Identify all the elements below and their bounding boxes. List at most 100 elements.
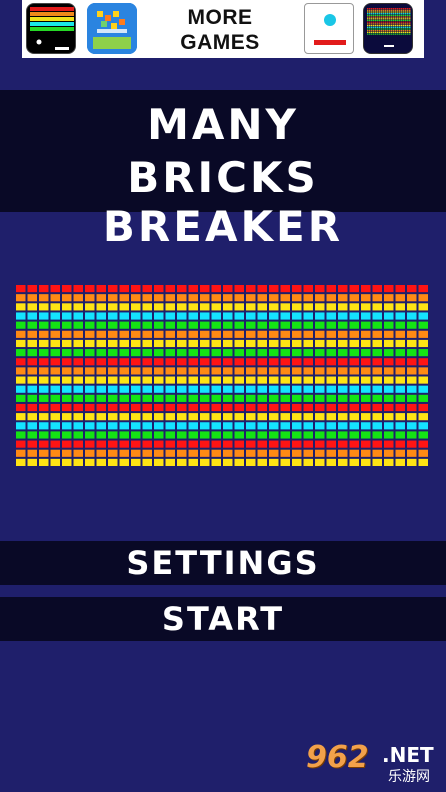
brick [96,422,106,430]
brick [280,413,290,421]
brick [211,285,221,293]
brick [269,431,279,439]
mini-brick [383,25,385,27]
brick [361,394,371,402]
brick [62,285,72,293]
brick [50,339,60,348]
brick [292,285,302,293]
brick [361,358,371,366]
breakout-game-icon[interactable] [26,3,76,54]
bricks-game-icon[interactable] [363,3,413,54]
brick [384,385,394,393]
brick [303,285,313,293]
brick [280,303,290,311]
brick [280,312,290,320]
mini-brick [381,18,383,20]
brick [315,285,325,293]
brick [384,303,394,311]
mini-brick [407,23,409,25]
brick [50,449,60,457]
brick [200,385,210,393]
brick [62,440,72,448]
brick [395,349,405,357]
mini-brick [409,13,411,15]
mini-brick [369,30,371,32]
brick [200,339,210,348]
brick [257,422,267,430]
site-watermark: 962 .NET 乐游网 [306,740,442,786]
mini-brick [387,28,389,30]
mini-brick [377,16,379,18]
mini-brick [401,19,403,22]
brick [246,312,256,320]
brick [73,321,83,329]
mini-brick [397,33,399,35]
brick [200,376,210,384]
brick [257,294,267,302]
brick [223,339,233,348]
brick [188,339,198,348]
brick [349,358,359,366]
brick [418,285,428,293]
mini-brick [391,33,393,35]
brick [280,440,290,448]
ball-paddle-game-icon[interactable] [304,3,354,54]
brick [384,422,394,430]
more-games-label[interactable]: MORE GAMES [162,5,278,55]
brick [131,321,141,329]
brick [27,440,37,448]
brick [326,394,336,402]
mini-brick [367,11,369,13]
brick [246,458,256,466]
brick [85,330,95,338]
mini-brick [397,19,399,22]
brick [142,367,152,375]
mini-brick [369,8,371,10]
brick [16,349,26,357]
brick [326,449,336,457]
brick [154,330,164,338]
mini-brick [367,23,369,25]
mini-brick [403,26,405,28]
mini-brick [379,23,381,25]
brick [407,394,417,402]
mini-brick [409,8,411,10]
brick [131,312,141,320]
brick [338,440,348,448]
brick [73,431,83,439]
brick [165,394,175,402]
brick [349,321,359,329]
brick [131,440,141,448]
mini-brick [377,19,379,22]
brick [223,403,233,412]
mini-brick [369,26,371,28]
settings-button[interactable]: SETTINGS [0,541,446,585]
mini-brick [409,28,411,30]
brick [142,413,152,421]
brick [200,321,210,329]
brick [223,376,233,384]
mini-brick [389,13,391,15]
mini-brick [371,31,373,33]
brick [223,303,233,311]
brick [200,294,210,302]
start-button[interactable]: START [0,597,446,641]
brick [165,349,175,357]
mini-brick [401,13,403,15]
tile-puzzle-game-icon[interactable] [87,3,137,54]
mini-brick [385,25,387,27]
brick [234,330,244,338]
mini-brick [399,14,401,16]
brick [188,449,198,457]
brick [338,449,348,457]
brick [131,367,141,375]
more-games-banner[interactable]: MORE GAMES [22,0,424,58]
brick [315,394,325,402]
brick [326,349,336,357]
mini-brick [409,31,411,33]
mini-brick [387,13,389,15]
brick [407,303,417,311]
brick [303,358,313,366]
mini-brick [407,11,409,13]
brick [349,285,359,293]
